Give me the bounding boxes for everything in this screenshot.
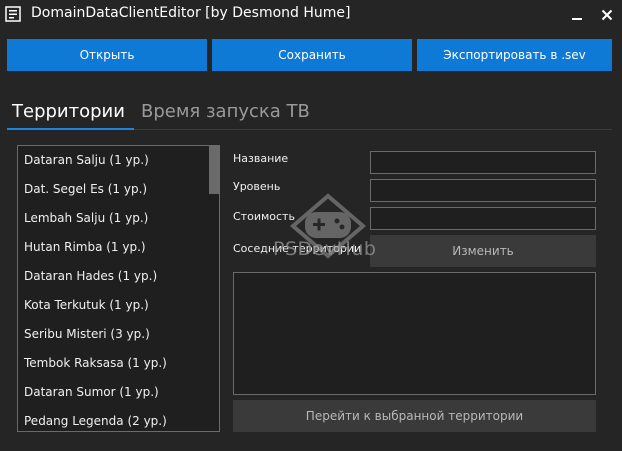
export-sev-button[interactable]: Экспортировать в .sev bbox=[417, 39, 612, 71]
tab-divider bbox=[134, 129, 612, 130]
list-item[interactable]: Dataran Sumor (1 ур.) bbox=[24, 385, 159, 399]
title-bar: DomainDataClientEditor [by Desmond Hume] bbox=[0, 0, 622, 30]
list-item[interactable]: Kota Terkutuk (1 ур.) bbox=[24, 298, 149, 312]
list-item[interactable]: Dat. Segel Es (1 ур.) bbox=[24, 182, 147, 196]
name-label: Название bbox=[233, 152, 289, 165]
window-title: DomainDataClientEditor [by Desmond Hume] bbox=[31, 5, 351, 21]
change-button[interactable]: Изменить bbox=[370, 235, 596, 267]
list-item[interactable]: Seribu Misteri (3 ур.) bbox=[24, 327, 150, 341]
list-item[interactable]: Dataran Hades (1 ур.) bbox=[24, 269, 157, 283]
close-icon bbox=[601, 9, 613, 21]
territory-list[interactable]: Dataran Salju (1 ур.) Dat. Segel Es (1 у… bbox=[17, 145, 220, 432]
name-input[interactable] bbox=[370, 151, 596, 174]
level-input[interactable] bbox=[370, 179, 596, 202]
active-tab-indicator bbox=[7, 128, 134, 130]
minimize-button[interactable] bbox=[562, 0, 592, 30]
list-item[interactable]: Lembah Salju (1 ур.) bbox=[24, 211, 148, 225]
list-scrollbar-thumb[interactable] bbox=[209, 146, 219, 194]
list-item[interactable]: Hutan Rimba (1 ур.) bbox=[24, 240, 146, 254]
minimize-icon bbox=[572, 18, 582, 20]
save-button[interactable]: Сохранить bbox=[212, 39, 412, 71]
app-icon bbox=[5, 6, 21, 22]
go-to-territory-button[interactable]: Перейти к выбранной территории bbox=[233, 400, 596, 432]
open-button[interactable]: Открыть bbox=[7, 39, 207, 71]
cost-input[interactable] bbox=[370, 207, 596, 230]
list-item[interactable]: Pedang Legenda (2 ур.) bbox=[24, 414, 167, 428]
close-button[interactable] bbox=[592, 0, 622, 30]
tab-tw-launch-time[interactable]: Время запуска ТВ bbox=[141, 101, 310, 122]
tab-territories[interactable]: Территории bbox=[12, 101, 125, 122]
neighbors-list[interactable] bbox=[233, 272, 596, 395]
list-item[interactable]: Dataran Salju (1 ур.) bbox=[24, 153, 149, 167]
list-item[interactable]: Tembok Raksasa (1 ур.) bbox=[24, 356, 167, 370]
watermark-text: PSDevHub bbox=[273, 238, 377, 260]
